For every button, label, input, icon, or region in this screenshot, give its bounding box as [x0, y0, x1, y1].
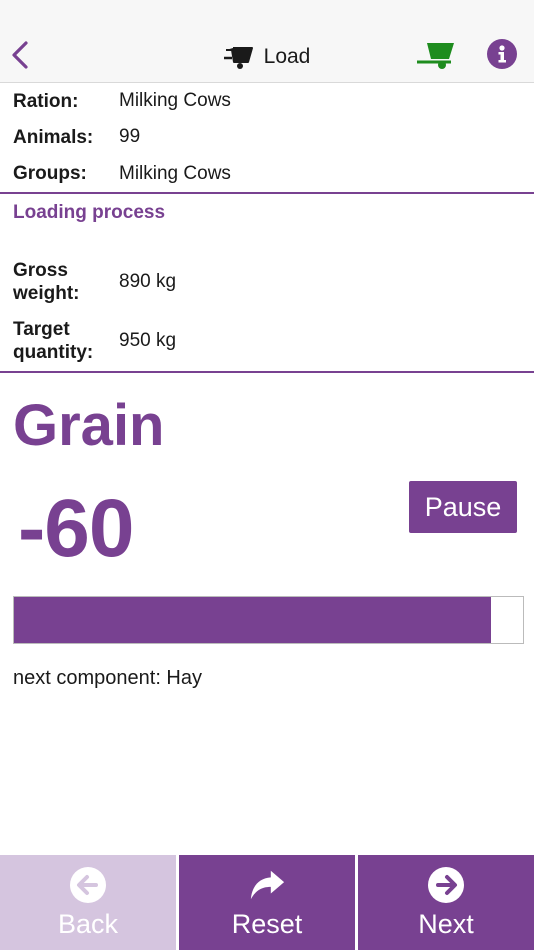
top-bar: Load	[0, 0, 534, 83]
groups-row: Groups: Milking Cows	[0, 155, 534, 192]
share-arrow-icon	[248, 866, 286, 904]
ration-value: Milking Cows	[119, 90, 231, 111]
green-cart-icon[interactable]	[417, 40, 457, 70]
gross-weight-value: 890 kg	[119, 270, 177, 292]
animals-label: Animals:	[13, 126, 94, 148]
animals-value: 99	[119, 126, 141, 147]
arrow-left-circle-icon	[69, 866, 107, 904]
groups-value: Milking Cows	[119, 162, 231, 184]
gross-weight-row: Gross weight: 890 kg	[0, 252, 534, 311]
loading-progress-bar	[13, 596, 524, 644]
remaining-amount: -60	[18, 483, 135, 574]
reset-button[interactable]: Reset	[179, 855, 355, 950]
ration-row: Ration: Milking Cows	[0, 83, 534, 119]
divider	[0, 371, 534, 373]
next-button[interactable]: Next	[358, 855, 534, 950]
back-label: Back	[57, 909, 119, 939]
footer-toolbar: Back Reset Next	[0, 855, 534, 950]
next-component: next component: Hay	[13, 667, 202, 689]
back-button[interactable]: Back	[0, 855, 176, 950]
target-quantity-value: 950 kg	[119, 330, 177, 351]
component-name: Grain	[13, 393, 165, 458]
page-title: Load	[263, 45, 311, 68]
gross-weight-label: Gross weight:	[13, 259, 80, 304]
cart-icon	[223, 47, 253, 69]
target-quantity-label: Target quantity:	[13, 319, 94, 363]
pause-button[interactable]: Pause	[409, 481, 517, 533]
ration-label: Ration:	[13, 90, 79, 112]
target-quantity-row: Target quantity: 950 kg	[0, 311, 534, 371]
info-icon[interactable]	[487, 39, 517, 69]
animals-row: Animals: 99	[0, 119, 534, 155]
groups-label: Groups:	[13, 163, 87, 184]
reset-label: Reset	[231, 909, 303, 939]
progress-fill	[14, 597, 491, 643]
loading-process-title: Loading process	[13, 202, 166, 223]
next-label: Next	[418, 909, 474, 939]
ration-info: Ration: Milking Cows Animals: 99 Groups:…	[0, 83, 534, 373]
arrow-right-circle-icon	[427, 866, 465, 904]
